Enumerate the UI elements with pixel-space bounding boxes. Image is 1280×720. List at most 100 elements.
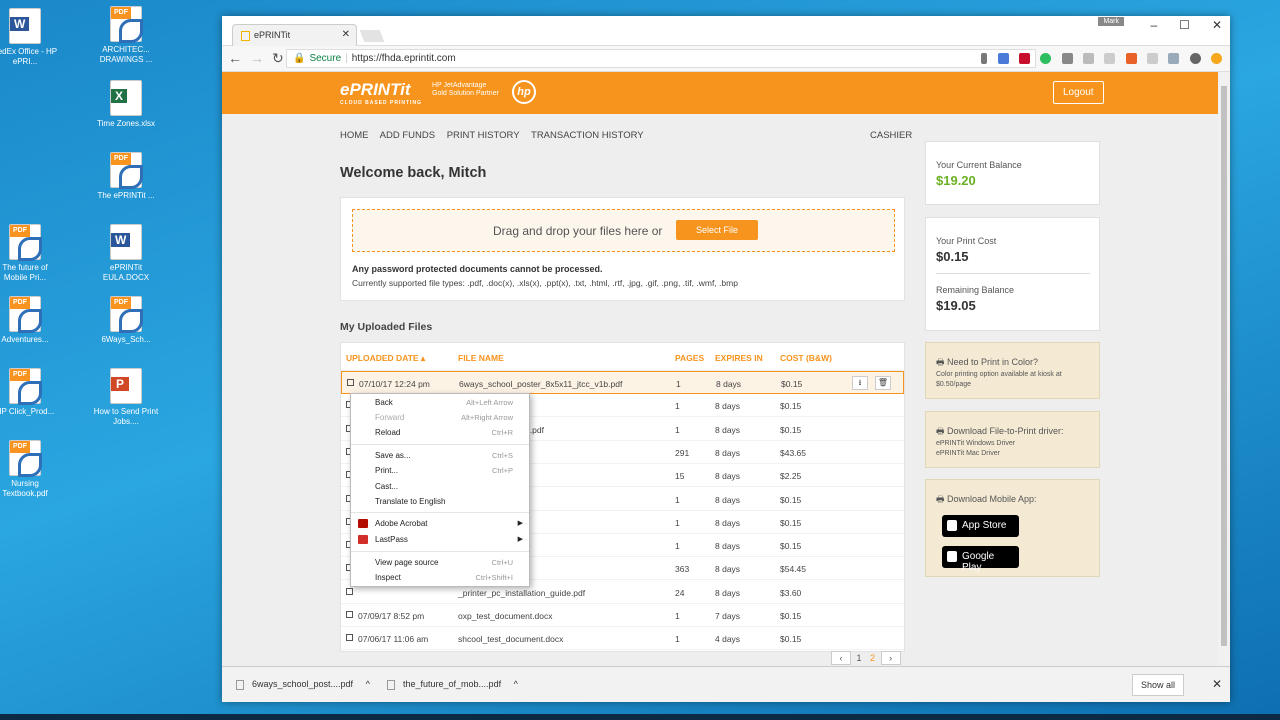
nav-cashier[interactable]: CASHIER <box>870 130 912 141</box>
cell-pages: 1 <box>675 424 680 435</box>
close-window-icon[interactable]: ✕ <box>1212 18 1222 32</box>
scrollbar-thumb[interactable] <box>1221 86 1227 646</box>
page-2-link[interactable]: 2 <box>870 653 875 663</box>
row-checkbox[interactable] <box>346 611 353 618</box>
eprintit-logo[interactable]: ePRINTit CLOUD BASED PRINTING <box>340 80 422 106</box>
menu-item-cast[interactable]: Cast... <box>375 482 525 491</box>
desktop-icon-howto[interactable]: How to Send Print Jobs.... <box>93 368 159 427</box>
tab-close-icon[interactable]: ✕ <box>342 29 350 40</box>
desktop-icon-timezones[interactable]: Time Zones.xlsx <box>93 80 159 129</box>
cell-pages: 1 <box>675 517 680 528</box>
desktop-icon-architec[interactable]: ARCHITEC... DRAWINGS ... <box>93 6 159 65</box>
desktop-icon-adventures[interactable]: Adventures... <box>0 296 58 345</box>
col-pages[interactable]: PAGES <box>675 353 704 363</box>
col-cost[interactable]: COST (B&W) <box>780 353 832 363</box>
menu-item-back[interactable]: Back Alt+Left Arrow <box>375 398 525 407</box>
cell-cost: $0.15 <box>780 424 802 435</box>
back-arrow-icon[interactable]: ← <box>228 50 242 66</box>
desktop-icon-hpclick[interactable]: HP Click_Prod... <box>0 368 58 417</box>
desktop-icon-future[interactable]: The future of Mobile Pri... <box>0 224 58 283</box>
close-icon[interactable]: ✕ <box>1212 677 1222 691</box>
extension-icon[interactable] <box>1168 53 1180 65</box>
nav-print-history[interactable]: PRINT HISTORY <box>447 130 520 141</box>
star-icon[interactable] <box>997 53 1009 65</box>
table-row[interactable]: 07/06/17 11:06 am shcool_test_document.do… <box>341 627 904 651</box>
forward-arrow-icon[interactable]: → <box>250 50 264 66</box>
menu-item-save-as[interactable]: Save as... Ctrl+S <box>375 451 525 460</box>
page-1-link[interactable]: 1 <box>857 653 862 663</box>
extension-icon[interactable] <box>1061 53 1073 65</box>
nav-add-funds[interactable]: ADD FUNDS <box>380 130 435 141</box>
row-checkbox[interactable] <box>346 587 353 595</box>
evernote-icon[interactable] <box>1040 53 1052 65</box>
cell-pages: 1 <box>675 494 680 505</box>
logout-button[interactable]: Logout <box>1053 81 1104 104</box>
row-checkbox[interactable] <box>347 379 354 386</box>
file-dropzone[interactable]: Drag and drop your files here or Select … <box>352 209 895 252</box>
chevron-up-icon[interactable]: ^ <box>514 679 518 689</box>
menu-item-adobe-acrobat[interactable]: Adobe Acrobat ▶ <box>375 519 525 528</box>
desktop-icon-fedex[interactable]: FedEx Office - HP ePRI... <box>0 8 58 67</box>
mac-driver-link[interactable]: ePRINTit Mac Driver <box>936 449 1000 459</box>
trash-icon[interactable]: 🗑 <box>875 376 891 390</box>
maximize-icon[interactable]: ☐ <box>1179 18 1190 32</box>
desktop-icon-eula[interactable]: ePRINTit EULA.DOCX <box>93 224 159 283</box>
next-page-button[interactable]: › <box>880 651 901 665</box>
site-header: ePRINTit CLOUD BASED PRINTING HP JetAdvan… <box>222 72 1218 114</box>
row-checkbox[interactable] <box>346 634 353 642</box>
desktop-icon-6ways[interactable]: 6Ways_Sch... <box>93 296 159 345</box>
minimize-icon[interactable]: – <box>1150 18 1157 32</box>
select-file-button[interactable]: Select File <box>676 220 759 240</box>
cell-cost: $0.15 <box>780 611 802 621</box>
nav-transaction-history[interactable]: TRANSACTION HISTORY <box>531 130 644 141</box>
extension-icon[interactable] <box>1104 53 1116 65</box>
print-cost-card: Your Print Cost $0.15 Remaining Balance … <box>925 217 1100 331</box>
nav-home[interactable]: HOME <box>340 130 369 141</box>
menu-icon[interactable] <box>1211 53 1222 65</box>
reload-icon[interactable]: ↻ <box>272 50 284 66</box>
cell-expires: 8 days <box>715 494 741 505</box>
col-uploaded-date[interactable]: UPLOADED DATE ▴ <box>346 353 425 364</box>
extension-icon[interactable] <box>1189 53 1201 65</box>
col-expires[interactable]: EXPIRES IN <box>715 353 763 363</box>
menu-item-inspect[interactable]: Inspect Ctrl+Shift+I <box>375 573 525 582</box>
download-item[interactable]: 6ways_school_post....pdf ^ <box>236 679 370 690</box>
hp-logo: hp <box>512 80 536 104</box>
show-all-button[interactable]: Show all <box>1131 674 1184 696</box>
menu-item-reload[interactable]: Reload Ctrl+R <box>375 428 525 437</box>
extension-icon[interactable] <box>1146 53 1158 65</box>
windows-driver-link[interactable]: ePRINTit Windows Driver <box>936 439 1015 449</box>
desktop-icon-eprintit[interactable]: The ePRINTit ... <box>93 152 159 201</box>
extension-icon[interactable] <box>1125 53 1137 65</box>
lastpass-icon[interactable] <box>1018 53 1030 65</box>
dropbox-icon[interactable] <box>1082 53 1094 65</box>
menu-item-print[interactable]: Print... Ctrl+P <box>375 466 525 475</box>
prev-page-button[interactable]: ‹ <box>831 651 851 665</box>
google-play-badge[interactable]: Google Play <box>942 546 1019 573</box>
submenu-arrow-icon: ▶ <box>517 536 523 543</box>
download-item[interactable]: the_future_of_mob....pdf ^ <box>387 679 518 690</box>
color-print-card[interactable]: 🖶 Need to Print in Color? Color printing… <box>925 342 1100 399</box>
new-tab-button[interactable] <box>359 30 385 42</box>
powerpoint-file-icon <box>110 368 142 404</box>
chevron-up-icon[interactable]: ^ <box>366 679 370 689</box>
cell-pages: 1 <box>675 611 680 621</box>
menu-item-lastpass[interactable]: LastPass ▶ <box>375 535 525 544</box>
download-icon[interactable]: ⭳ <box>852 376 868 390</box>
cell-expires: 7 days <box>715 611 741 621</box>
table-row[interactable]: 07/10/17 12:24 pm 6ways_school_poster_8x5… <box>341 371 904 394</box>
page-scrollbar[interactable] <box>1218 72 1230 666</box>
upload-card: Drag and drop your files here or Select … <box>340 197 905 301</box>
key-icon[interactable] <box>981 53 988 65</box>
cell-cost: $0.15 <box>780 634 802 645</box>
tab-eprintit[interactable]: ePRINTit ✕ <box>232 24 357 46</box>
table-row[interactable]: 07/09/17 8:52 pm oxp_test_document.docx 1 7… <box>341 604 904 627</box>
taskbar <box>0 714 1280 720</box>
menu-item-view-source[interactable]: View page source Ctrl+U <box>375 558 525 567</box>
desktop-icon-nursing[interactable]: Nursing Textbook.pdf <box>0 440 58 499</box>
url-input[interactable]: 🔒 Secure | https://fhda.eprintit.com <box>286 49 1036 68</box>
app-store-badge[interactable]: App Store <box>942 515 1019 537</box>
menu-item-translate[interactable]: Translate to English <box>375 497 525 506</box>
col-file-name[interactable]: FILE NAME <box>458 353 504 363</box>
profile-chip[interactable]: Mark <box>1098 17 1124 26</box>
